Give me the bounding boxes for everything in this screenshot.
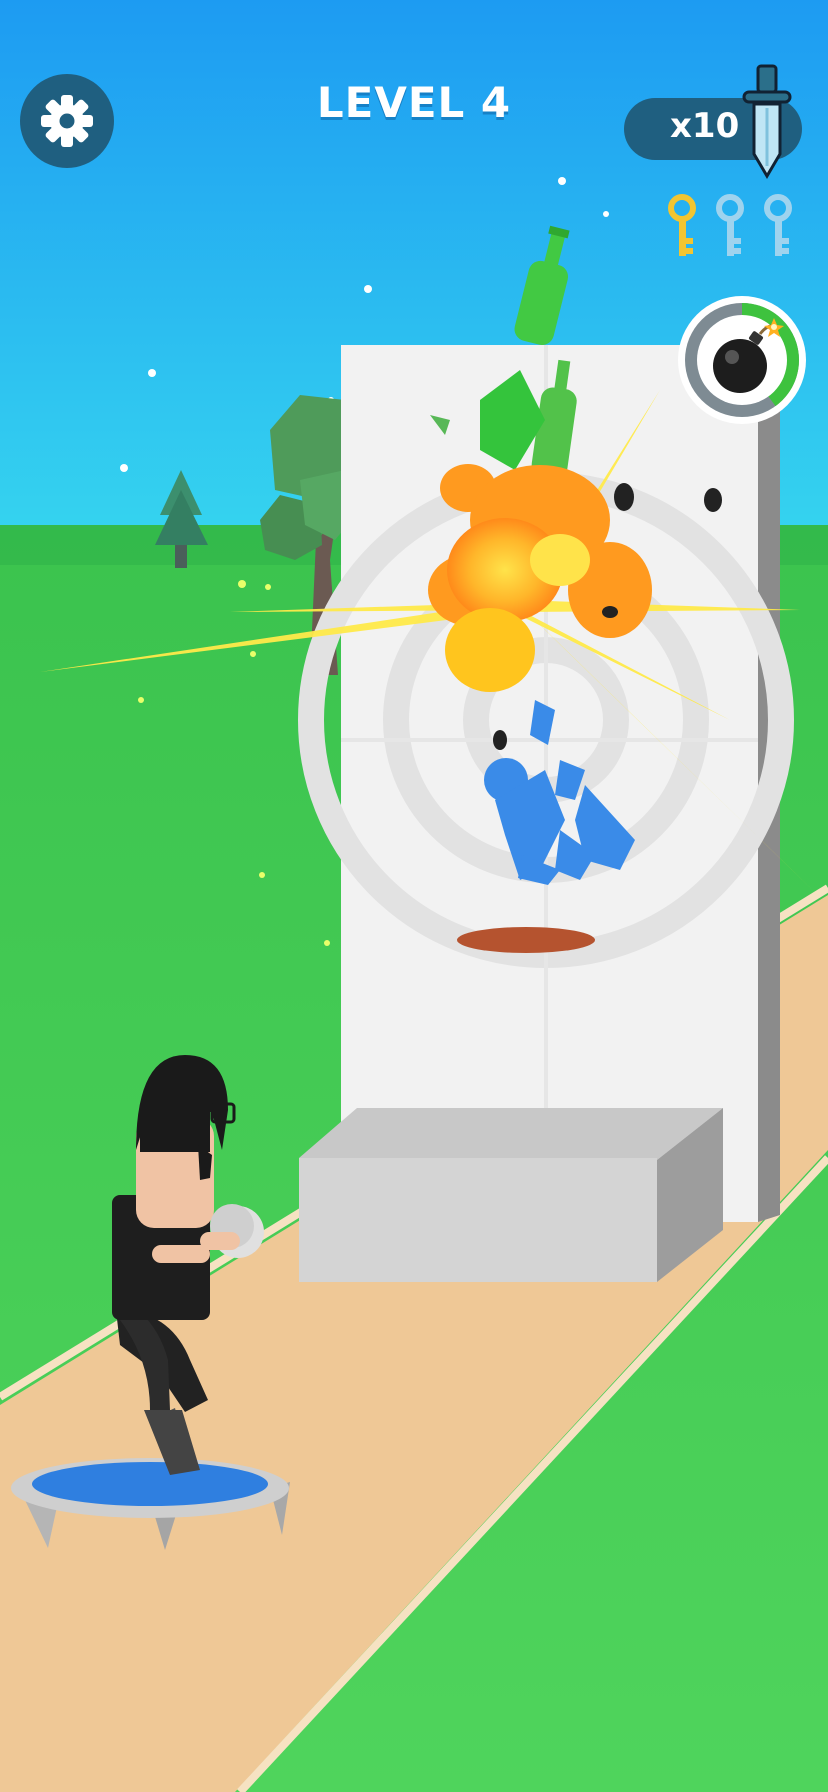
game-world[interactable]: [0, 0, 828, 1792]
ammo-count: x10: [670, 106, 740, 146]
key-empty-icon: [764, 194, 792, 256]
dagger-icon: [742, 64, 792, 179]
key-collected-icon: [668, 194, 696, 256]
key-empty-icon: [716, 194, 744, 256]
stone-block: [299, 1108, 723, 1282]
game-scene[interactable]: LEVEL 4 x10: [0, 0, 828, 1792]
target-platform: [457, 927, 595, 953]
keys-indicator: [668, 194, 792, 256]
bomb-button[interactable]: [676, 294, 808, 426]
